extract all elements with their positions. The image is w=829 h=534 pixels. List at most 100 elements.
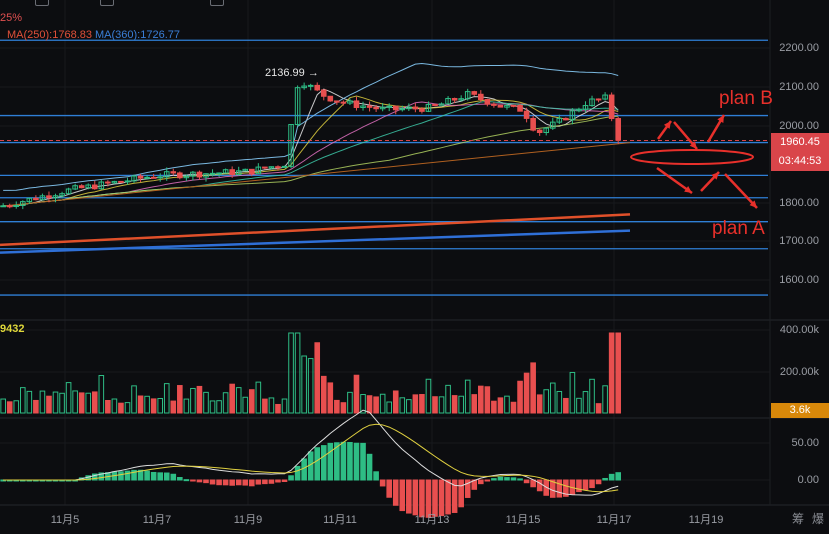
volume-bar xyxy=(111,398,118,414)
candle-body xyxy=(78,185,85,189)
volume-bar xyxy=(235,387,242,414)
candle-body xyxy=(144,176,150,179)
volume-bar xyxy=(72,390,78,414)
candle-body xyxy=(536,129,543,134)
volume-bar xyxy=(425,378,432,414)
volume-bar xyxy=(438,396,445,414)
volume-bar xyxy=(484,386,491,414)
candle-body xyxy=(157,176,163,179)
ma-line-60 xyxy=(3,115,619,207)
candle-body xyxy=(0,205,6,208)
candle-body xyxy=(46,195,52,199)
macd-histogram-bar xyxy=(458,479,464,508)
volume-badge: 3.6k xyxy=(771,403,829,418)
macd-histogram-bar xyxy=(379,479,386,487)
candle-body xyxy=(216,172,222,175)
ma360-label: MA(360):1726.77 xyxy=(95,29,180,41)
price-tick: 2000.00 xyxy=(779,120,819,132)
price-chart[interactable] xyxy=(0,0,829,534)
price-tick: 2200.00 xyxy=(779,42,819,54)
macd-histogram-bar xyxy=(386,479,392,498)
macd-histogram-bar xyxy=(477,479,484,485)
macd-histogram-bar xyxy=(347,441,353,481)
volume-bar xyxy=(91,391,98,414)
ma250-label: MA(250):1768.83 xyxy=(7,29,92,41)
volume-bar xyxy=(124,402,131,414)
volume-bar xyxy=(406,399,412,414)
candle-body xyxy=(6,205,13,208)
target-zone-ellipse xyxy=(630,149,754,165)
volume-bar xyxy=(366,395,373,414)
price-tick: 1700.00 xyxy=(779,235,819,247)
volume-bar xyxy=(458,395,464,414)
candle-body xyxy=(170,171,177,174)
macd-histogram-bar xyxy=(216,479,222,486)
date-tick: 11月7 xyxy=(142,514,172,526)
volume-bar xyxy=(78,392,85,414)
candle-body xyxy=(314,84,321,91)
macd-histogram-bar xyxy=(392,479,399,506)
macd-histogram-bar xyxy=(177,477,183,481)
liquidation-button[interactable]: 爆 xyxy=(812,510,824,527)
volume-bar xyxy=(530,362,536,414)
macd-histogram-bar xyxy=(183,479,190,482)
volume-bar xyxy=(576,397,582,414)
candle-body xyxy=(608,94,615,120)
candle-body xyxy=(209,172,216,175)
candle-body xyxy=(412,106,419,110)
macd-histogram-bar xyxy=(118,471,124,481)
volume-bar xyxy=(183,398,190,414)
volume-bar xyxy=(510,401,517,414)
volume-bar xyxy=(379,393,386,414)
candle-body xyxy=(530,117,536,131)
volume-bar xyxy=(131,385,137,414)
ma250-line xyxy=(0,213,631,247)
volume-bar xyxy=(59,392,65,414)
volume-bar xyxy=(262,398,268,414)
macd-histogram-bar xyxy=(615,472,621,481)
volume-bar xyxy=(432,396,438,414)
candle-body xyxy=(33,197,39,201)
macd-histogram-bar xyxy=(340,441,347,481)
macd-histogram-bar xyxy=(150,471,157,481)
macd-histogram-bar xyxy=(491,478,497,481)
volume-bar xyxy=(46,395,52,414)
volume-tick: 200.00k xyxy=(779,366,819,378)
bollinger-upper xyxy=(3,62,619,191)
macd-histogram-bar xyxy=(255,479,262,485)
volume-bar xyxy=(556,390,563,414)
price-tick: 1800.00 xyxy=(779,197,819,209)
macd-histogram-bar xyxy=(536,479,543,492)
volume-bar xyxy=(294,332,301,414)
candle-body xyxy=(137,175,144,179)
candle-body xyxy=(196,171,203,178)
macd-tick: 50.00 xyxy=(791,437,819,449)
candle-body xyxy=(150,176,157,179)
plan-b-annotation: plan B xyxy=(719,88,773,109)
toolbar-icon[interactable] xyxy=(35,0,49,6)
candle-body xyxy=(334,100,340,103)
toolbar-icon[interactable] xyxy=(100,0,114,6)
volume-bar xyxy=(242,396,249,414)
macd-histogram-bar xyxy=(170,473,177,481)
macd-histogram-bar xyxy=(209,479,216,485)
countdown-badge: 03:44:53 xyxy=(771,152,829,171)
macd-histogram-bar xyxy=(517,478,523,481)
chip-distribution-button[interactable]: 筹 xyxy=(792,510,804,527)
volume-bar xyxy=(150,398,157,414)
candle-body xyxy=(451,97,458,101)
macd-histogram-bar xyxy=(124,470,131,481)
toolbar-icon[interactable] xyxy=(210,0,224,6)
volume-tick: 400.00k xyxy=(779,324,819,336)
candle-body xyxy=(275,166,281,169)
volume-bar xyxy=(504,395,510,414)
candle-body xyxy=(484,99,491,105)
volume-bar xyxy=(602,385,608,414)
volume-bar xyxy=(301,355,307,414)
date-tick: 11月13 xyxy=(414,514,450,526)
volume-indicator-label: 9432 xyxy=(0,323,25,335)
volume-bar xyxy=(445,384,451,414)
macd-histogram-bar xyxy=(157,472,163,481)
macd-histogram-bar xyxy=(281,479,288,483)
volume-bar xyxy=(569,371,576,414)
